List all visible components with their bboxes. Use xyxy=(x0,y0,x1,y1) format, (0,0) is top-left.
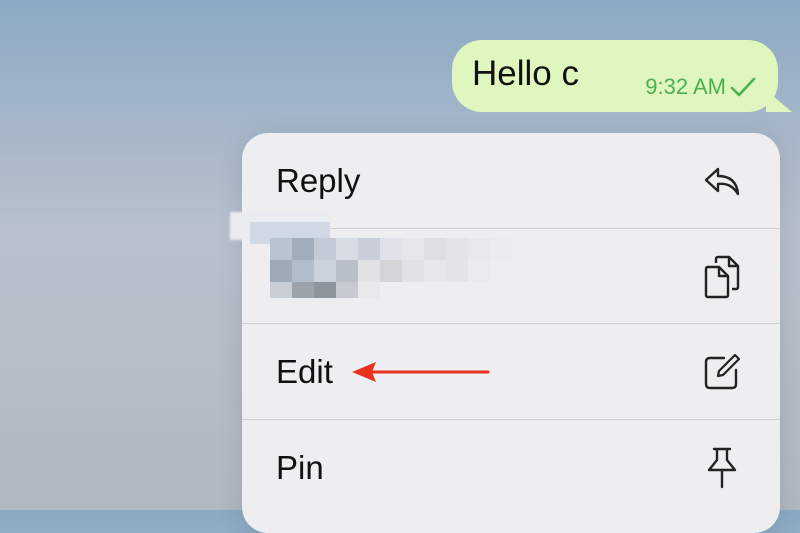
menu-item-pin[interactable]: Pin xyxy=(242,420,780,515)
annotation-arrow xyxy=(352,362,490,382)
copy-icon xyxy=(702,255,742,299)
message-time: 9:32 AM xyxy=(645,74,726,99)
message-bubble[interactable]: Hello c 9:32 AM xyxy=(452,40,792,112)
bubble-tail xyxy=(766,90,792,112)
context-menu: Reply Edit Pin xyxy=(242,133,780,533)
message-text: Hello c xyxy=(472,54,579,93)
redacted-area xyxy=(230,212,560,307)
menu-item-edit[interactable]: Edit xyxy=(242,324,780,419)
menu-item-label: Pin xyxy=(276,449,324,486)
reply-icon xyxy=(702,161,742,201)
message-meta: 9:32 AM xyxy=(645,74,756,100)
pin-icon xyxy=(702,446,742,489)
menu-item-label: Edit xyxy=(276,353,333,390)
edit-icon xyxy=(702,352,742,392)
check-icon xyxy=(730,76,756,98)
